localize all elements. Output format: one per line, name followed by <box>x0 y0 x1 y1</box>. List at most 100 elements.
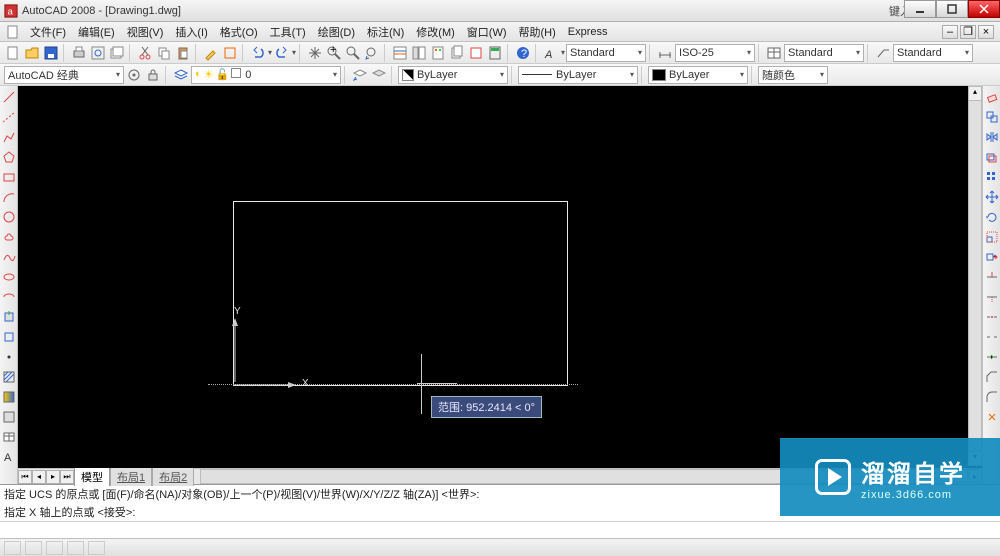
menu-dimension[interactable]: 标注(N) <box>361 22 410 42</box>
color-dropdown[interactable]: ByLayer▾ <box>398 66 508 84</box>
command-input[interactable] <box>0 522 1000 538</box>
match-properties-icon[interactable] <box>202 44 220 62</box>
workspace-settings-icon[interactable] <box>125 66 143 84</box>
undo-icon[interactable] <box>249 44 267 62</box>
properties-icon[interactable] <box>391 44 409 62</box>
spline-icon[interactable] <box>1 248 17 266</box>
ellipse-arc-icon[interactable] <box>1 288 17 306</box>
menu-window[interactable]: 窗口(W) <box>461 22 513 42</box>
copy-object-icon[interactable] <box>984 108 1000 126</box>
mirror-icon[interactable] <box>984 128 1000 146</box>
explode-icon[interactable] <box>984 408 1000 426</box>
vscroll-up-icon[interactable]: ▴ <box>969 87 981 101</box>
offset-icon[interactable] <box>984 148 1000 166</box>
tab-model[interactable]: 模型 <box>74 467 110 486</box>
revision-cloud-icon[interactable] <box>1 228 17 246</box>
tab-next-icon[interactable]: ▸ <box>46 470 60 484</box>
vscroll[interactable]: ▴ ▾ <box>968 86 982 466</box>
mleader-style-dropdown[interactable]: Standard▾ <box>893 44 973 62</box>
scale-icon[interactable] <box>984 228 1000 246</box>
move-icon[interactable] <box>984 188 1000 206</box>
pan-icon[interactable] <box>306 44 324 62</box>
rectangle-icon[interactable] <box>1 168 17 186</box>
erase-icon[interactable] <box>984 88 1000 106</box>
drawing-canvas[interactable]: Y X 范围: 952.2414 < 0° <box>18 86 982 468</box>
trim-icon[interactable] <box>984 268 1000 286</box>
menu-file[interactable]: 文件(F) <box>24 22 72 42</box>
close-button[interactable] <box>968 0 1000 18</box>
mdi-restore[interactable]: ❐ <box>960 25 976 39</box>
sheet-set-icon[interactable] <box>448 44 466 62</box>
paste-icon[interactable] <box>174 44 192 62</box>
dim-style-dropdown[interactable]: ISO-25▾ <box>675 44 755 62</box>
minimize-button[interactable] <box>904 0 936 18</box>
linetype-dropdown[interactable]: ByLayer▾ <box>518 66 638 84</box>
menu-edit[interactable]: 编辑(E) <box>72 22 121 42</box>
point-icon[interactable] <box>1 348 17 366</box>
menu-format[interactable]: 格式(O) <box>214 22 264 42</box>
cut-icon[interactable] <box>136 44 154 62</box>
mleader-style-icon[interactable] <box>874 44 892 62</box>
mtext-icon[interactable]: A <box>1 448 17 466</box>
table-icon[interactable] <box>1 428 17 446</box>
tab-first-icon[interactable]: ⏮ <box>18 470 32 484</box>
break-at-point-icon[interactable] <box>984 308 1000 326</box>
layer-dropdown[interactable]: ◐ ☀ 🔓 0 ▾ <box>191 66 341 84</box>
layer-previous-icon[interactable] <box>351 66 369 84</box>
extend-icon[interactable] <box>984 288 1000 306</box>
arc-icon[interactable] <box>1 188 17 206</box>
menu-insert[interactable]: 插入(I) <box>169 22 213 42</box>
rotate-icon[interactable] <box>984 208 1000 226</box>
insert-block-icon[interactable] <box>1 308 17 326</box>
maximize-button[interactable] <box>936 0 968 18</box>
calc-icon[interactable] <box>486 44 504 62</box>
tool-palettes-icon[interactable] <box>429 44 447 62</box>
ellipse-icon[interactable] <box>1 268 17 286</box>
gradient-icon[interactable] <box>1 388 17 406</box>
workspace-dropdown[interactable]: AutoCAD 经典▾ <box>4 66 124 84</box>
redo-icon[interactable] <box>273 44 291 62</box>
tab-layout1[interactable]: 布局1 <box>110 467 152 486</box>
menu-express[interactable]: Express <box>562 24 614 40</box>
mdi-close[interactable]: × <box>978 25 994 39</box>
copy-icon[interactable] <box>155 44 173 62</box>
hatch-icon[interactable] <box>1 368 17 386</box>
menu-modify[interactable]: 修改(M) <box>410 22 461 42</box>
tab-prev-icon[interactable]: ◂ <box>32 470 46 484</box>
status-coords[interactable] <box>4 541 21 555</box>
line-icon[interactable] <box>1 88 17 106</box>
publish-icon[interactable] <box>108 44 126 62</box>
open-icon[interactable] <box>23 44 41 62</box>
circle-icon[interactable] <box>1 208 17 226</box>
save-icon[interactable] <box>42 44 60 62</box>
plot-preview-icon[interactable] <box>89 44 107 62</box>
mdi-minimize[interactable]: – <box>942 25 958 39</box>
menu-view[interactable]: 视图(V) <box>121 22 170 42</box>
help-icon[interactable]: ? <box>514 44 532 62</box>
tab-layout2[interactable]: 布局2 <box>152 467 194 486</box>
lineweight-dropdown[interactable]: ByLayer▾ <box>648 66 748 84</box>
dim-style-icon[interactable] <box>656 44 674 62</box>
polygon-icon[interactable] <box>1 148 17 166</box>
plotstyle-dropdown[interactable]: 随颜色▾ <box>758 66 828 84</box>
print-icon[interactable] <box>70 44 88 62</box>
menu-draw[interactable]: 绘图(D) <box>312 22 361 42</box>
chamfer-icon[interactable] <box>984 368 1000 386</box>
text-style-icon[interactable]: A <box>542 44 560 62</box>
join-icon[interactable] <box>984 348 1000 366</box>
stretch-icon[interactable] <box>984 248 1000 266</box>
status-polar[interactable] <box>88 541 105 555</box>
status-grid[interactable] <box>46 541 63 555</box>
text-style-dropdown[interactable]: Standard▾ <box>566 44 646 62</box>
zoom-realtime-icon[interactable]: + <box>325 44 343 62</box>
make-block-icon[interactable] <box>1 328 17 346</box>
menu-help[interactable]: 帮助(H) <box>513 22 562 42</box>
region-icon[interactable] <box>1 408 17 426</box>
menu-tools[interactable]: 工具(T) <box>264 22 312 42</box>
workspace-lock-icon[interactable] <box>144 66 162 84</box>
markup-icon[interactable] <box>467 44 485 62</box>
block-editor-icon[interactable] <box>221 44 239 62</box>
layer-states-icon[interactable] <box>370 66 388 84</box>
zoom-window-icon[interactable] <box>344 44 362 62</box>
layer-manager-icon[interactable] <box>172 66 190 84</box>
